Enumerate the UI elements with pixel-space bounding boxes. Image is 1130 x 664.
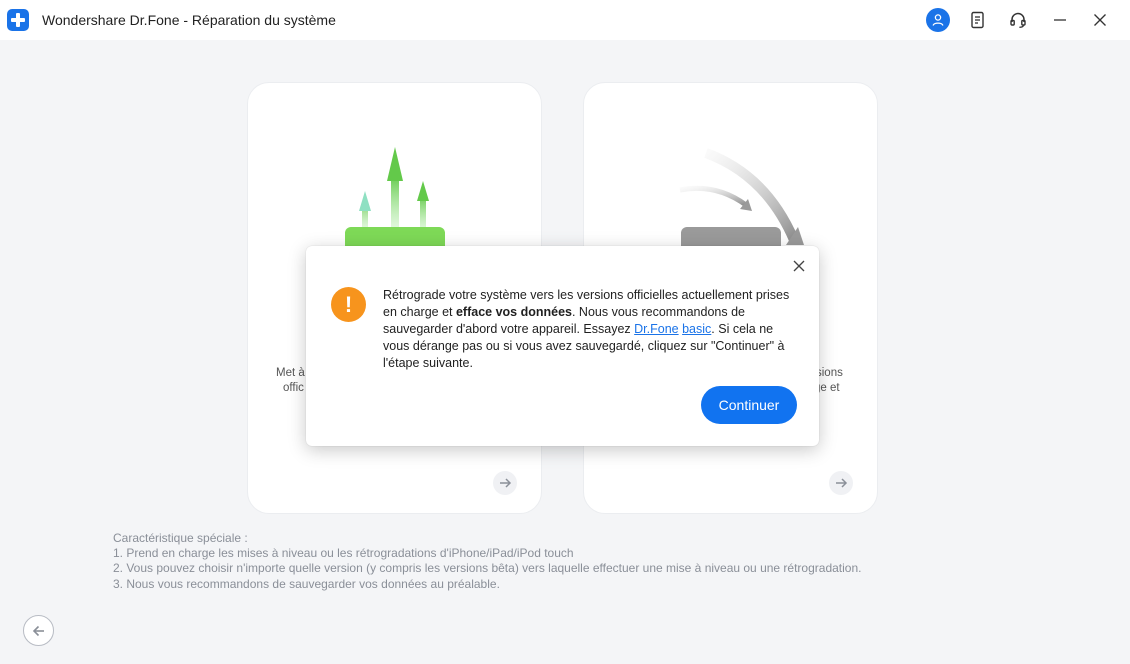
- arrow-left-icon: [32, 625, 44, 636]
- minimize-icon: [1054, 19, 1066, 21]
- feedback-button[interactable]: [966, 8, 990, 32]
- ios-downgrade-illustration: [679, 148, 804, 255]
- upgrade-next-button[interactable]: [493, 471, 517, 495]
- title-bar: Wondershare Dr.Fone - Réparation du syst…: [0, 0, 1130, 40]
- features-heading: Caractéristique spéciale :: [113, 531, 248, 545]
- downgrade-warning-dialog: ! Rétrograde votre système vers les vers…: [306, 246, 819, 446]
- minimize-button[interactable]: [1048, 8, 1072, 32]
- feature-item: 1. Prend en charge les mises à niveau ou…: [113, 546, 574, 561]
- basic-link[interactable]: basic: [682, 322, 711, 336]
- downgrade-card-description: sions ge et: [814, 367, 843, 394]
- warning-icon: !: [331, 287, 366, 322]
- back-button[interactable]: [23, 615, 54, 646]
- downgrade-next-button[interactable]: [829, 471, 853, 495]
- user-icon: [932, 14, 944, 26]
- close-icon: [793, 260, 805, 272]
- continue-button[interactable]: Continuer: [701, 386, 797, 424]
- headset-icon: [1010, 12, 1026, 28]
- dialog-text-bold: efface vos données: [455, 305, 572, 319]
- arrow-right-icon: [500, 478, 512, 488]
- close-window-button[interactable]: [1088, 8, 1112, 32]
- arrow-right-icon: [836, 478, 848, 488]
- support-button[interactable]: [1006, 8, 1030, 32]
- special-features: Caractéristique spéciale : 1. Prend en c…: [113, 531, 861, 592]
- drfone-logo-icon: [7, 9, 29, 31]
- account-button[interactable]: [926, 8, 950, 32]
- drfone-link[interactable]: Dr.Fone: [634, 322, 678, 336]
- close-icon: [1094, 14, 1106, 26]
- ios-upgrade-illustration: [345, 147, 445, 255]
- note-edit-icon: [971, 11, 984, 29]
- window-title: Wondershare Dr.Fone - Réparation du syst…: [42, 12, 336, 28]
- feature-item: 3. Nous vous recommandons de sauvegarder…: [113, 576, 500, 591]
- dialog-message: Rétrograde votre système vers les versio…: [383, 287, 798, 372]
- feature-item: 2. Vous pouvez choisir n'importe quelle …: [113, 561, 862, 576]
- dialog-close-button[interactable]: [791, 258, 807, 274]
